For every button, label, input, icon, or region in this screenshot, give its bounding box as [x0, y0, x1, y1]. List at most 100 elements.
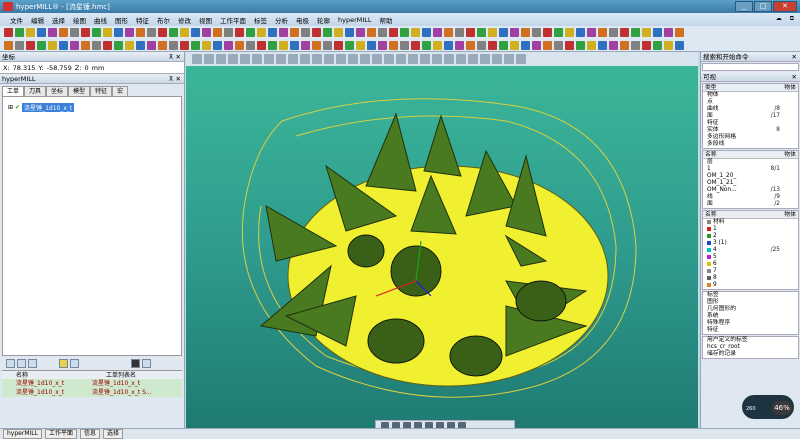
list-item[interactable]: 面/17	[703, 113, 798, 120]
toolbar-button-icon[interactable]	[147, 40, 156, 50]
list-item[interactable]: 物体	[703, 92, 798, 99]
toolbar-button-icon[interactable]	[312, 40, 321, 50]
toolbar-button-icon[interactable]	[356, 28, 365, 37]
toolbar-button-icon[interactable]	[202, 40, 211, 50]
list-item[interactable]: 图形	[703, 299, 798, 306]
view-tool-icon[interactable]	[360, 54, 370, 64]
toolbar-button-icon[interactable]	[422, 40, 431, 50]
stop-icon[interactable]	[142, 358, 151, 368]
tab-hypermill[interactable]: hyperMILL	[3, 429, 42, 439]
toolbar-button-icon[interactable]	[631, 40, 640, 50]
toolbar-button-icon[interactable]	[554, 40, 563, 50]
toolbar-button-icon[interactable]	[598, 28, 607, 37]
menu-draw[interactable]: 绘图	[69, 15, 90, 25]
toolbar-button-icon[interactable]	[510, 40, 519, 50]
view-tool-icon[interactable]	[384, 54, 394, 64]
view-tool-icon[interactable]	[408, 54, 418, 64]
toolbar-button-icon[interactable]	[466, 40, 475, 50]
toolbar-button-icon[interactable]	[147, 28, 156, 37]
calc-icon[interactable]	[70, 358, 79, 368]
list-item[interactable]: 特殊程序	[703, 320, 798, 327]
toolbar-button-icon[interactable]	[103, 40, 112, 50]
restore-icon[interactable]: ⧉	[790, 15, 794, 23]
toolbar-button-icon[interactable]	[125, 40, 134, 50]
expand-icon[interactable]: ⊞	[8, 104, 13, 111]
list-item[interactable]: 曲线/8	[703, 106, 798, 113]
toolbar-button-icon[interactable]	[312, 28, 321, 37]
toolbar-button-icon[interactable]	[15, 28, 24, 37]
view-tool-icon[interactable]	[204, 54, 214, 64]
copy-icon[interactable]	[28, 358, 37, 368]
toolbar-button-icon[interactable]	[279, 40, 288, 50]
toolbar-button-icon[interactable]	[543, 28, 552, 37]
view-tool-icon[interactable]	[504, 54, 514, 64]
toolbar-button-icon[interactable]	[290, 40, 299, 50]
view-tool-icon[interactable]	[288, 54, 298, 64]
minimize-button[interactable]: _	[735, 1, 753, 12]
toolbar-button-icon[interactable]	[158, 28, 167, 37]
toolbar-button-icon[interactable]	[114, 40, 123, 50]
toolbar-button-icon[interactable]	[587, 40, 596, 50]
toolbar-button-icon[interactable]	[81, 28, 90, 37]
toolbar-button-icon[interactable]	[334, 40, 343, 50]
list-item[interactable]: 几何图形的	[703, 306, 798, 313]
toolbar-button-icon[interactable]	[444, 40, 453, 50]
list-item[interactable]: 多边形网格	[703, 134, 798, 141]
toolbar-button-icon[interactable]	[356, 40, 365, 50]
list-item[interactable]: 1 8/1	[703, 166, 798, 173]
view-tool-icon[interactable]	[432, 54, 442, 64]
toolbar-button-icon[interactable]	[202, 28, 211, 37]
toolbar-button-icon[interactable]	[389, 40, 398, 50]
toolbar-button-icon[interactable]	[224, 40, 233, 50]
toolbar-button-icon[interactable]	[59, 28, 68, 37]
view-tool-icon[interactable]	[252, 54, 262, 64]
list-item[interactable]: 5	[703, 254, 798, 261]
toolbar-button-icon[interactable]	[565, 28, 574, 37]
menu-feature[interactable]: 特征	[132, 15, 153, 25]
toolbar-button-icon[interactable]	[576, 40, 585, 50]
view-tool-icon[interactable]	[312, 54, 322, 64]
toolbar-button-icon[interactable]	[367, 28, 376, 37]
toolbar-button-icon[interactable]	[367, 40, 376, 50]
list-item[interactable]: 3 (1)	[703, 240, 798, 247]
list-item[interactable]: 系统	[703, 313, 798, 320]
toolbar-button-icon[interactable]	[444, 28, 453, 37]
menu-electrode[interactable]: 电极	[292, 15, 313, 25]
menu-workplane[interactable]: 工作平面	[216, 15, 250, 25]
toolbar-button-icon[interactable]	[576, 28, 585, 37]
delete-icon[interactable]	[17, 358, 26, 368]
toolbar-button-icon[interactable]	[609, 40, 618, 50]
menu-edit[interactable]: 编辑	[27, 15, 48, 25]
menu-file[interactable]: 文件	[6, 15, 27, 25]
tab-jobs[interactable]: 工单	[2, 86, 25, 96]
toolbar-button-icon[interactable]	[235, 40, 244, 50]
menu-modify[interactable]: 修改	[174, 15, 195, 25]
tab-features[interactable]: 特征	[90, 86, 113, 96]
menu-label[interactable]: 标签	[250, 15, 271, 25]
toolbar-button-icon[interactable]	[675, 40, 684, 50]
list-item[interactable]: 7	[703, 268, 798, 275]
toolbar-button-icon[interactable]	[565, 40, 574, 50]
list-item[interactable]: 1	[703, 226, 798, 233]
tab-macros[interactable]: 宏	[112, 86, 129, 96]
toolbar-button-icon[interactable]	[15, 40, 24, 50]
toolbar-button-icon[interactable]	[257, 28, 266, 37]
new-job-icon[interactable]	[6, 358, 15, 368]
list-item[interactable]: 点	[703, 99, 798, 106]
job-tree[interactable]: ⊞ ✔ 流星锤_1d10_x_t	[2, 96, 182, 356]
toolbar-button-icon[interactable]	[136, 28, 145, 37]
saved-records[interactable]: 储存的记录	[703, 351, 798, 358]
toolbar-button-icon[interactable]	[499, 40, 508, 50]
list-item[interactable]: hcs_cr_root	[703, 344, 798, 351]
view-tool-icon[interactable]	[396, 54, 406, 64]
tab-info[interactable]: 信息	[79, 429, 100, 439]
view-tool-icon[interactable]	[192, 54, 202, 64]
maximize-button[interactable]: □	[754, 1, 772, 12]
toolbar-button-icon[interactable]	[411, 40, 420, 50]
toolbar-button-icon[interactable]	[92, 40, 101, 50]
toolbar-button-icon[interactable]	[477, 28, 486, 37]
toolbar-button-icon[interactable]	[466, 28, 475, 37]
list-item[interactable]: 实体 8	[703, 127, 798, 134]
view-tool-icon[interactable]	[348, 54, 358, 64]
toolbar-button-icon[interactable]	[136, 40, 145, 50]
